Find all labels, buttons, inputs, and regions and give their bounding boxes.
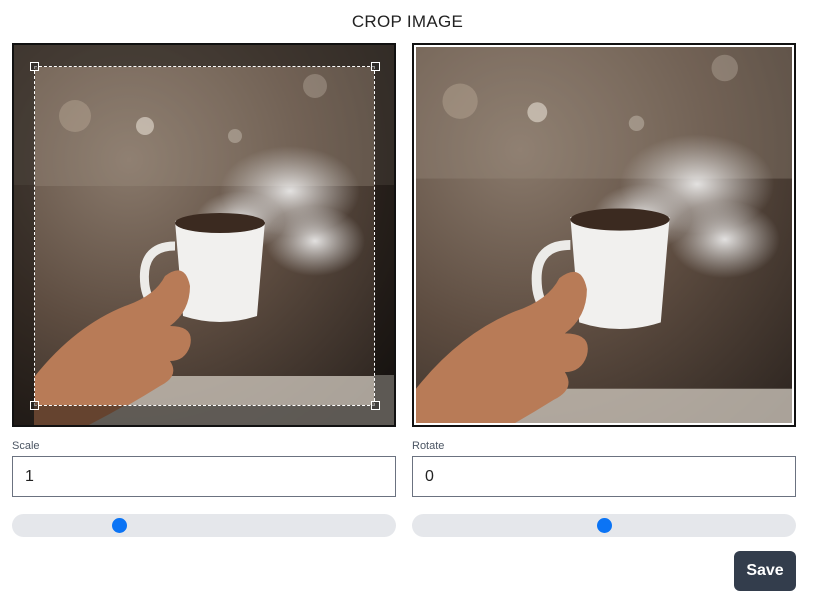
crop-handle-top-right[interactable] [371,62,380,71]
crop-handle-bottom-right[interactable] [371,401,380,410]
crop-preview [412,43,796,427]
page-title: CROP IMAGE [351,12,464,31]
preview-photo [416,47,792,423]
scale-label: Scale [12,440,40,452]
crop-editor[interactable] [12,43,396,427]
crop-selection-photo [35,67,374,405]
scale-slider[interactable] [12,514,396,537]
rotate-slider[interactable] [412,514,796,537]
rotate-input[interactable] [412,456,796,497]
save-button[interactable]: Save [734,551,796,591]
crop-selection[interactable] [34,66,375,406]
scale-slider-thumb[interactable] [112,518,127,533]
crop-handle-bottom-left[interactable] [30,401,39,410]
crop-handle-top-left[interactable] [30,62,39,71]
rotate-label: Rotate [412,440,445,452]
scale-input[interactable] [12,456,396,497]
rotate-slider-thumb[interactable] [597,518,612,533]
